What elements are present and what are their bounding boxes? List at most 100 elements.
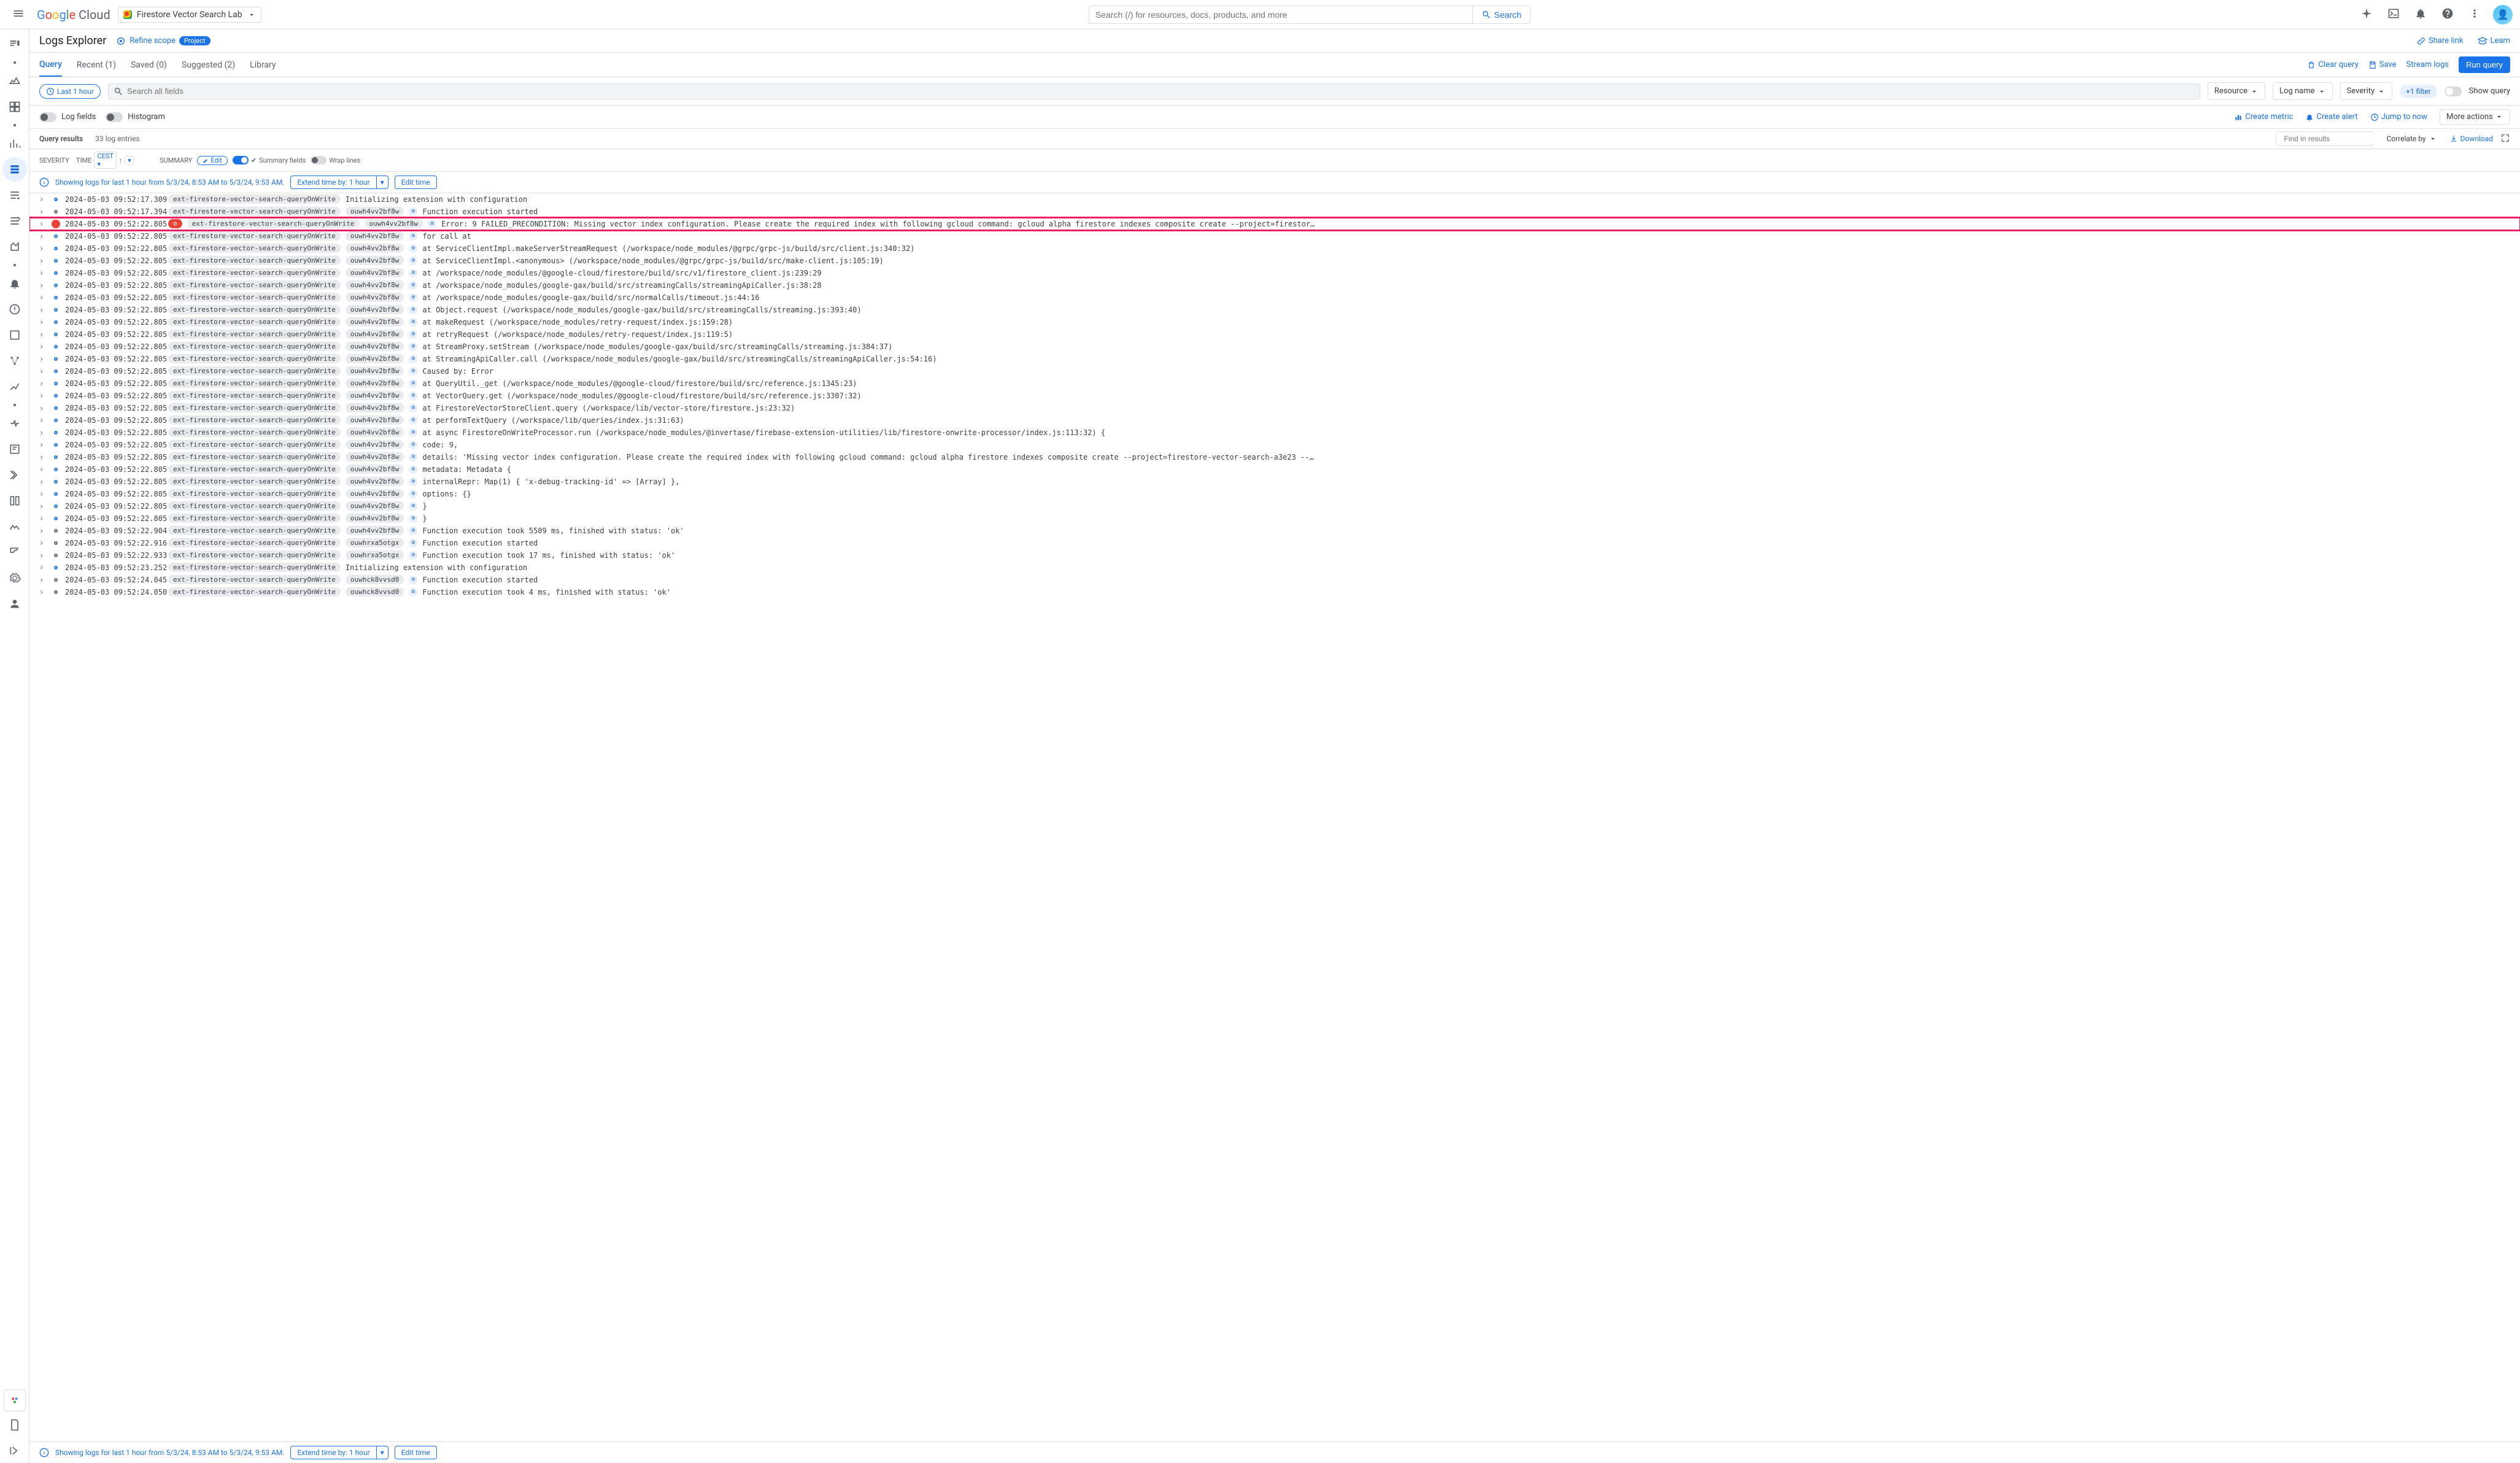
expand-row-icon[interactable]: › [39,404,47,412]
expand-row-icon[interactable]: › [39,428,47,437]
time-format-picker[interactable]: ▾ [125,156,134,165]
create-alert-button[interactable]: Create alert [2305,109,2357,125]
tab-suggested[interactable]: Suggested (2) [182,54,235,76]
show-query-toggle[interactable] [2445,87,2462,96]
expand-row-icon[interactable]: › [39,244,47,253]
log-row[interactable]: ›2024-05-03 09:52:22.805ext-firestore-ve… [29,230,2520,242]
edit-summary-button[interactable]: Edit [197,156,228,165]
summary-fields-toggle[interactable]: ✔Summary fields [233,156,306,164]
log-row[interactable]: ›2024-05-03 09:52:22.805ext-firestore-ve… [29,476,2520,488]
log-row[interactable]: ›2024-05-03 09:52:22.805ext-firestore-ve… [29,242,2520,255]
extend-time-button[interactable]: Extend time by: 1 hour ▾ [290,176,388,189]
nav-dashboard-icon[interactable] [2,69,27,93]
expand-row-icon[interactable]: › [39,563,47,572]
expand-row-icon[interactable]: › [39,453,47,461]
expand-row-icon[interactable]: › [39,588,47,596]
more-actions-dropdown[interactable]: More actions [2440,109,2510,125]
log-fields-toggle[interactable] [39,112,56,122]
log-row[interactable]: ›2024-05-03 09:52:22.805ext-firestore-ve… [29,341,2520,353]
tab-query[interactable]: Query [39,53,62,77]
log-row[interactable]: ›2024-05-03 09:52:22.805ext-firestore-ve… [29,279,2520,291]
log-row[interactable]: ›2024-05-03 09:52:22.805ext-firestore-ve… [29,500,2520,512]
log-row[interactable]: ›2024-05-03 09:52:22.805ext-firestore-ve… [29,291,2520,304]
expand-row-icon[interactable]: › [39,269,47,277]
expand-row-icon[interactable]: › [39,257,47,265]
tab-recent[interactable]: Recent (1) [77,54,116,76]
nav-collapse-icon[interactable] [2,1438,27,1463]
log-row[interactable]: ›2024-05-03 09:52:22.805⊘ ext-firestore-… [29,218,2520,230]
create-metric-button[interactable]: Create metric [2234,109,2293,125]
expand-row-icon[interactable]: › [39,490,47,498]
expand-row-icon[interactable]: › [39,232,47,241]
expand-row-icon[interactable]: › [39,527,47,535]
notifications-icon[interactable] [2412,5,2429,25]
extend-time-dropdown[interactable]: ▾ [376,176,388,189]
nav-marketplace-icon[interactable] [4,1389,26,1411]
expand-row-icon[interactable]: › [39,539,47,547]
extend-time-button[interactable]: Extend time by: 1 hour ▾ [290,1446,388,1459]
sort-asc-icon[interactable]: ↑ [119,156,123,164]
log-row[interactable]: ›2024-05-03 09:52:22.805ext-firestore-ve… [29,414,2520,427]
log-row[interactable]: ›2024-05-03 09:52:22.805ext-firestore-ve… [29,377,2520,390]
expand-row-icon[interactable]: › [39,416,47,425]
log-row[interactable]: ›2024-05-03 09:52:22.916ext-firestore-ve… [29,537,2520,549]
edit-time-button[interactable]: Edit time [395,176,437,189]
wrap-lines-toggle[interactable]: Wrap lines [311,156,360,164]
expand-row-icon[interactable]: › [39,293,47,302]
filter-chip[interactable]: +1 filter [2400,85,2437,98]
log-row[interactable]: ›2024-05-03 09:52:22.805ext-firestore-ve… [29,267,2520,279]
log-row[interactable]: ›2024-05-03 09:52:22.805ext-firestore-ve… [29,463,2520,476]
log-row[interactable]: ›2024-05-03 09:52:22.805ext-firestore-ve… [29,512,2520,525]
nav-trace-icon[interactable] [2,411,27,436]
clear-query-button[interactable]: Clear query [2307,60,2358,69]
avatar[interactable]: 👤 [2493,5,2513,25]
expand-row-icon[interactable]: › [39,281,47,290]
log-row[interactable]: ›2024-05-03 09:52:22.805ext-firestore-ve… [29,390,2520,402]
run-query-button[interactable]: Run query [2459,56,2510,73]
expand-row-icon[interactable]: › [39,441,47,449]
nav-grid-icon[interactable] [2,95,27,119]
expand-icon[interactable] [2500,133,2510,145]
cloud-shell-icon[interactable] [2385,5,2402,25]
share-link-button[interactable]: Share link [2416,36,2463,46]
download-button[interactable]: Download [2449,134,2493,143]
tab-saved[interactable]: Saved (0) [131,54,167,76]
log-row[interactable]: ›2024-05-03 09:52:22.805ext-firestore-ve… [29,402,2520,414]
log-row[interactable]: ›2024-05-03 09:52:22.805ext-firestore-ve… [29,353,2520,365]
nav-synthetic-icon[interactable] [2,374,27,399]
find-input[interactable] [2284,134,2379,143]
gemini-icon[interactable] [2358,5,2375,25]
expand-row-icon[interactable]: › [39,220,47,228]
expand-row-icon[interactable]: › [39,379,47,388]
expand-row-icon[interactable]: › [39,330,47,339]
global-search-button[interactable]: Search [1472,6,1530,24]
nav-uptime-icon[interactable] [2,323,27,347]
resource-dropdown[interactable]: Resource [2208,82,2265,100]
more-vert-icon[interactable] [2466,5,2483,25]
log-row[interactable]: ›2024-05-03 09:52:17.309ext-firestore-ve… [29,193,2520,206]
expand-row-icon[interactable]: › [39,318,47,326]
log-row[interactable]: ›2024-05-03 09:52:22.805ext-firestore-ve… [29,328,2520,341]
log-row[interactable]: ›2024-05-03 09:52:22.805ext-firestore-ve… [29,439,2520,451]
nav-debugger-icon[interactable] [2,463,27,487]
log-row[interactable]: ›2024-05-03 09:52:22.805ext-firestore-ve… [29,451,2520,463]
refine-scope-button[interactable]: Refine scope Project [116,36,210,46]
search-fields-input[interactable] [127,87,2195,96]
log-row[interactable]: ›2024-05-03 09:52:22.805ext-firestore-ve… [29,255,2520,267]
expand-row-icon[interactable]: › [39,367,47,376]
expand-row-icon[interactable]: › [39,392,47,400]
gcp-logo[interactable]: Google Cloud [37,7,110,22]
log-row[interactable]: ›2024-05-03 09:52:23.252ext-firestore-ve… [29,562,2520,574]
nav-logs-router-icon[interactable] [2,183,27,207]
help-icon[interactable] [2439,5,2456,25]
save-button[interactable]: Save [2368,60,2397,69]
nav-trends-icon[interactable] [2,514,27,539]
jump-to-now-button[interactable]: Jump to now [2370,109,2427,125]
log-name-dropdown[interactable]: Log name [2273,82,2332,100]
nav-recommendations-icon[interactable] [2,540,27,565]
expand-row-icon[interactable]: › [39,342,47,351]
expand-row-icon[interactable]: › [39,514,47,523]
expand-row-icon[interactable]: › [39,207,47,216]
search-fields[interactable] [108,83,2200,99]
expand-row-icon[interactable]: › [39,465,47,474]
